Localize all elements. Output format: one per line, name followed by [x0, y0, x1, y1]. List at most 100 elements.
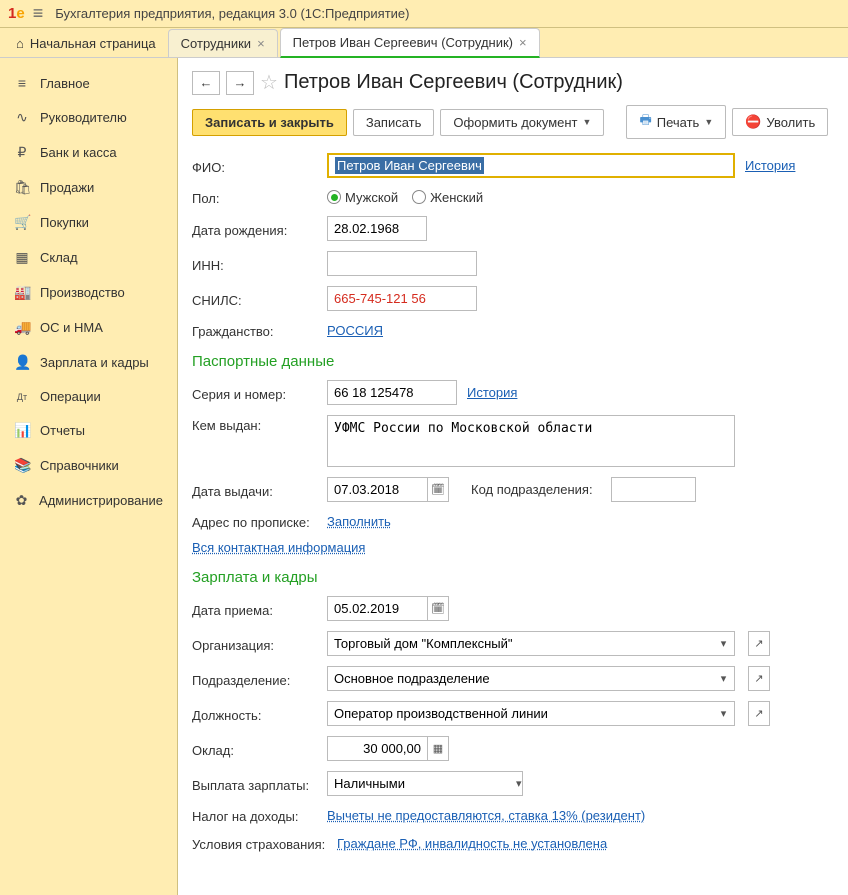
gear-icon: ✿ [14, 492, 29, 509]
sidebar-label: Отчеты [40, 423, 85, 438]
inn-input[interactable] [327, 251, 477, 276]
hire-date-label: Дата приема: [192, 600, 327, 618]
payment-select[interactable] [327, 771, 516, 796]
calendar-icon: 🗓 [431, 602, 445, 615]
sidebar-item-main[interactable]: ≡Главное [0, 66, 177, 100]
sidebar-item-production[interactable]: 🏭 Производство [0, 275, 177, 310]
print-button[interactable]: 🖶Печать▼ [626, 105, 726, 139]
series-number-input[interactable] [327, 380, 457, 405]
fire-button[interactable]: ⛔Уволить [732, 108, 828, 136]
dtkt-icon: Дт [14, 392, 30, 402]
position-label: Должность: [192, 705, 327, 723]
app-title: Бухгалтерия предприятия, редакция 3.0 (1… [55, 6, 409, 21]
gender-female-radio[interactable]: Женский [412, 190, 483, 205]
truck-icon: 🚚 [14, 319, 30, 336]
calendar-button[interactable]: 🗓 [427, 596, 449, 621]
insurance-link[interactable]: Граждане РФ, инвалидность не установлена [337, 836, 607, 851]
close-icon[interactable]: × [519, 35, 527, 50]
dept-code-input[interactable] [611, 477, 696, 502]
close-icon[interactable]: × [257, 36, 265, 51]
dropdown-button[interactable]: ▾ [713, 631, 735, 656]
sidebar-label: Покупки [40, 215, 89, 230]
sidebar-label: Банк и касса [40, 145, 117, 160]
sidebar-item-purchases[interactable]: 🛒 Покупки [0, 205, 177, 240]
snils-input[interactable] [327, 286, 477, 311]
sidebar-item-bank[interactable]: ₽Банк и касса [0, 135, 177, 170]
btn-label: Оформить документ [453, 115, 577, 130]
sidebar-item-directories[interactable]: 📚Справочники [0, 448, 177, 483]
grid-icon: ▦ [14, 249, 30, 266]
open-button[interactable]: ↗ [748, 631, 770, 656]
sidebar-label: Продажи [40, 180, 94, 195]
forward-button[interactable]: → [226, 71, 254, 95]
stop-icon: ⛔ [745, 114, 761, 130]
chevron-down-icon: ▼ [583, 117, 592, 127]
menu-icon[interactable]: ≡ [33, 3, 44, 24]
issue-date-input[interactable] [327, 477, 427, 502]
sidebar-item-hr[interactable]: 👤Зарплата и кадры [0, 345, 177, 380]
sidebar-item-reports[interactable]: 📊 Отчеты [0, 413, 177, 448]
calculator-button[interactable]: ▦ [427, 736, 449, 761]
tab-employee-card[interactable]: Петров Иван Сергеевич (Сотрудник) × [280, 28, 540, 58]
birthdate-input[interactable] [327, 216, 427, 241]
save-close-button[interactable]: Записать и закрыть [192, 109, 347, 136]
open-icon: ↗ [754, 637, 763, 650]
fio-input[interactable]: Петров Иван Сергеевич [327, 153, 735, 178]
tab-home-label: Начальная страница [30, 36, 156, 51]
all-contact-link[interactable]: Вся контактная информация [192, 540, 365, 555]
history-link[interactable]: История [745, 158, 795, 173]
position-select[interactable] [327, 701, 713, 726]
btn-label: Записать [366, 115, 422, 130]
dropdown-button[interactable]: ▾ [516, 771, 523, 796]
fio-value: Петров Иван Сергеевич [335, 157, 484, 174]
tax-link[interactable]: Вычеты не предоставляются, ставка 13% (р… [327, 808, 645, 823]
barchart-icon: 📊 [14, 422, 30, 439]
sidebar-item-operations[interactable]: ДтОперации [0, 380, 177, 413]
back-button[interactable]: ← [192, 71, 220, 95]
citizenship-link[interactable]: РОССИЯ [327, 323, 383, 338]
chevron-down-icon: ▾ [721, 637, 727, 650]
tabbar: ⌂ Начальная страница Сотрудники × Петров… [0, 28, 848, 58]
calendar-button[interactable]: 🗓 [427, 477, 449, 502]
bag-icon: 🛍 [14, 179, 30, 196]
radio-label: Мужской [345, 190, 398, 205]
sidebar-item-admin[interactable]: ✿ Администрирование [0, 483, 177, 518]
open-button[interactable]: ↗ [748, 701, 770, 726]
dropdown-button[interactable]: ▾ [713, 666, 735, 691]
payment-label: Выплата зарплаты: [192, 775, 327, 793]
sidebar-label: Производство [40, 285, 125, 300]
sidebar-item-manager[interactable]: ∿Руководителю [0, 100, 177, 135]
fill-address-link[interactable]: Заполнить [327, 514, 391, 529]
address-label: Адрес по прописке: [192, 512, 327, 530]
favorite-star-icon[interactable]: ☆ [260, 70, 278, 95]
tab-home[interactable]: ⌂ Начальная страница [4, 30, 168, 57]
fio-label: ФИО: [192, 157, 327, 175]
organization-label: Организация: [192, 635, 327, 653]
series-number-label: Серия и номер: [192, 384, 327, 402]
create-doc-button[interactable]: Оформить документ ▼ [440, 109, 604, 136]
sidebar-item-assets[interactable]: 🚚 ОС и НМА [0, 310, 177, 345]
department-select[interactable] [327, 666, 713, 691]
issued-by-textarea[interactable]: УФМС России по Московской области [327, 415, 735, 467]
sidebar-label: ОС и НМА [40, 320, 103, 335]
calculator-icon: ▦ [433, 742, 443, 755]
tab-employees[interactable]: Сотрудники × [168, 29, 278, 57]
hire-date-input[interactable] [327, 596, 427, 621]
organization-select[interactable] [327, 631, 713, 656]
dropdown-button[interactable]: ▾ [713, 701, 735, 726]
sidebar-label: Зарплата и кадры [40, 355, 149, 370]
open-button[interactable]: ↗ [748, 666, 770, 691]
save-button[interactable]: Записать [353, 109, 435, 136]
radio-icon [412, 190, 426, 204]
sidebar-label: Администрирование [39, 493, 163, 508]
gender-male-radio[interactable]: Мужской [327, 190, 398, 205]
cart-icon: 🛒 [14, 214, 30, 231]
sidebar-label: Склад [40, 250, 78, 265]
sidebar-item-warehouse[interactable]: ▦ Склад [0, 240, 177, 275]
open-icon: ↗ [754, 672, 763, 685]
sidebar-item-sales[interactable]: 🛍 Продажи [0, 170, 177, 205]
page-title: Петров Иван Сергеевич (Сотрудник) [284, 71, 623, 94]
salary-input[interactable] [327, 736, 427, 761]
factory-icon: 🏭 [14, 284, 30, 301]
passport-history-link[interactable]: История [467, 385, 517, 400]
